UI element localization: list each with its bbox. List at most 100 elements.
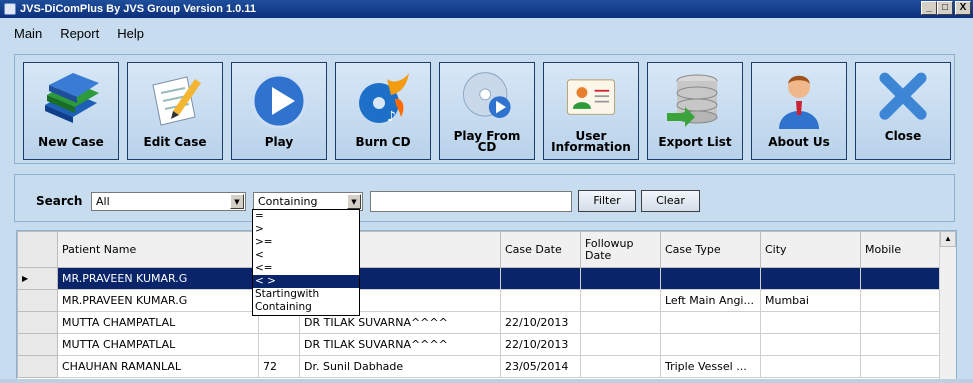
search-panel: Search All ▼ Containing ▼ Filter Clear	[14, 174, 955, 222]
table-row[interactable]: CHAUHAN RAMANLAL 72 Dr. Sunil Dabhade 23…	[17, 355, 942, 378]
table-row[interactable]: MUTTA CHAMPATLAL DR TILAK SUVARNA^^^^ 22…	[17, 311, 942, 334]
cell-followup-date[interactable]	[580, 267, 661, 290]
close-x-icon	[879, 72, 927, 120]
cell-city[interactable]	[760, 267, 861, 290]
cell-mobile[interactable]	[860, 355, 942, 378]
cell-patient-name[interactable]: MR.PRAVEEN KUMAR.G	[57, 267, 259, 290]
title-bar: JVS-DiComPlus By JVS Group Version 1.0.1…	[0, 0, 973, 18]
row-selector[interactable]	[17, 355, 58, 378]
close-button[interactable]: Close	[855, 62, 951, 160]
export-list-label: Export List	[658, 135, 732, 149]
cell-case-date[interactable]: 22/10/2013	[500, 311, 581, 334]
cell-mobile[interactable]	[860, 333, 942, 356]
window-title: JVS-DiComPlus By JVS Group Version 1.0.1…	[20, 3, 256, 15]
burn-cd-button[interactable]: ♪ Burn CD	[335, 62, 431, 160]
operator-option[interactable]: =	[253, 210, 359, 223]
user-information-button[interactable]: User Information	[543, 62, 639, 160]
cell-city[interactable]	[760, 311, 861, 334]
cell-mobile[interactable]	[860, 267, 942, 290]
column-header-followup-date[interactable]: Followup Date	[580, 231, 661, 268]
column-header-case-date[interactable]: Case Date	[500, 231, 581, 268]
books-icon	[45, 73, 99, 123]
menu-help[interactable]: Help	[117, 26, 144, 41]
cell-city[interactable]: Mumbai	[760, 289, 861, 312]
vertical-scrollbar[interactable]: ▲	[939, 231, 956, 382]
cell-case-type[interactable]	[660, 267, 761, 290]
operator-option[interactable]: <=	[253, 262, 359, 275]
play-label: Play	[264, 135, 294, 149]
cell-patient-name[interactable]: CHAUHAN RAMANLAL	[57, 355, 259, 378]
cell-followup-date[interactable]	[580, 333, 661, 356]
row-selector[interactable]	[17, 333, 58, 356]
cell-patient-name[interactable]: MR.PRAVEEN KUMAR.G	[57, 289, 259, 312]
search-field-value: All	[96, 195, 110, 208]
table-row[interactable]: MR.PRAVEEN KUMAR.G DIOLOGY Left Main Ang…	[17, 289, 942, 312]
edit-document-icon	[152, 76, 201, 126]
filter-button[interactable]: Filter	[578, 190, 636, 212]
search-field-select[interactable]: All ▼	[91, 192, 246, 211]
menu-report[interactable]: Report	[60, 26, 99, 41]
operator-option[interactable]: Containing	[253, 301, 359, 314]
cell-age[interactable]: 72	[258, 355, 300, 378]
cell-case-date[interactable]	[500, 289, 581, 312]
cell-city[interactable]	[760, 355, 861, 378]
bottom-edge	[0, 379, 973, 383]
scroll-up-icon[interactable]: ▲	[940, 231, 956, 247]
cell-mobile[interactable]	[860, 289, 942, 312]
table-row[interactable]: ▶ MR.PRAVEEN KUMAR.G	[17, 267, 942, 290]
database-export-icon	[667, 74, 718, 127]
edit-case-button[interactable]: Edit Case	[127, 62, 223, 160]
chevron-down-icon[interactable]: ▼	[347, 194, 361, 209]
new-case-button[interactable]: New Case	[23, 62, 119, 160]
cell-followup-date[interactable]	[580, 355, 661, 378]
about-us-button[interactable]: About Us	[751, 62, 847, 160]
cell-case-date[interactable]	[500, 267, 581, 290]
operator-dropdown-list: = > >= < <= < > Startingwith Containing	[252, 209, 360, 316]
cell-case-type[interactable]	[660, 333, 761, 356]
cases-grid: Patient Name me Case Date Followup Date …	[16, 230, 957, 383]
row-selector[interactable]	[17, 311, 58, 334]
table-row[interactable]: MUTTA CHAMPATLAL DR TILAK SUVARNA^^^^ 22…	[17, 333, 942, 356]
column-header-patient-name[interactable]: Patient Name	[57, 231, 259, 268]
user-card-icon	[566, 79, 616, 115]
column-header-city[interactable]: City	[760, 231, 861, 268]
cell-age[interactable]	[258, 333, 300, 356]
user-information-line2: Information	[551, 140, 631, 154]
cell-mobile[interactable]	[860, 311, 942, 334]
row-selector[interactable]: ▶	[17, 267, 58, 290]
cell-doctor[interactable]: DR TILAK SUVARNA^^^^	[299, 333, 501, 356]
operator-option[interactable]: >	[253, 223, 359, 236]
cell-case-date[interactable]: 23/05/2014	[500, 355, 581, 378]
cell-doctor[interactable]: Dr. Sunil Dabhade	[299, 355, 501, 378]
cell-followup-date[interactable]	[580, 311, 661, 334]
column-header-case-type[interactable]: Case Type	[660, 231, 761, 268]
edit-case-label: Edit Case	[143, 135, 207, 149]
chevron-down-icon[interactable]: ▼	[230, 194, 244, 209]
minimize-button[interactable]: _	[921, 1, 937, 15]
operator-option[interactable]: Startingwith	[253, 288, 359, 301]
cell-case-type[interactable]: Triple Vessel ...	[660, 355, 761, 378]
operator-option[interactable]: >=	[253, 236, 359, 249]
column-header-mobile[interactable]: Mobile	[860, 231, 942, 268]
play-button[interactable]: Play	[231, 62, 327, 160]
export-list-button[interactable]: Export List	[647, 62, 743, 160]
operator-option-selected[interactable]: < >	[253, 275, 359, 288]
cell-case-type[interactable]: Left Main Angi...	[660, 289, 761, 312]
close-window-button[interactable]: X	[955, 1, 971, 15]
cell-case-type[interactable]	[660, 311, 761, 334]
row-selector[interactable]	[17, 289, 58, 312]
play-from-cd-button[interactable]: Play From CD	[439, 62, 535, 160]
cell-case-date[interactable]: 22/10/2013	[500, 333, 581, 356]
cell-city[interactable]	[760, 333, 861, 356]
operator-option[interactable]: <	[253, 249, 359, 262]
row-header-corner	[17, 231, 58, 268]
cell-patient-name[interactable]: MUTTA CHAMPATLAL	[57, 311, 259, 334]
svg-text:♪: ♪	[387, 109, 396, 125]
user-information-label: User Information	[551, 130, 631, 154]
menu-main[interactable]: Main	[14, 26, 42, 41]
cell-followup-date[interactable]	[580, 289, 661, 312]
clear-button[interactable]: Clear	[641, 190, 700, 212]
search-input[interactable]	[370, 191, 572, 212]
cell-patient-name[interactable]: MUTTA CHAMPATLAL	[57, 333, 259, 356]
maximize-button[interactable]: □	[937, 1, 953, 15]
